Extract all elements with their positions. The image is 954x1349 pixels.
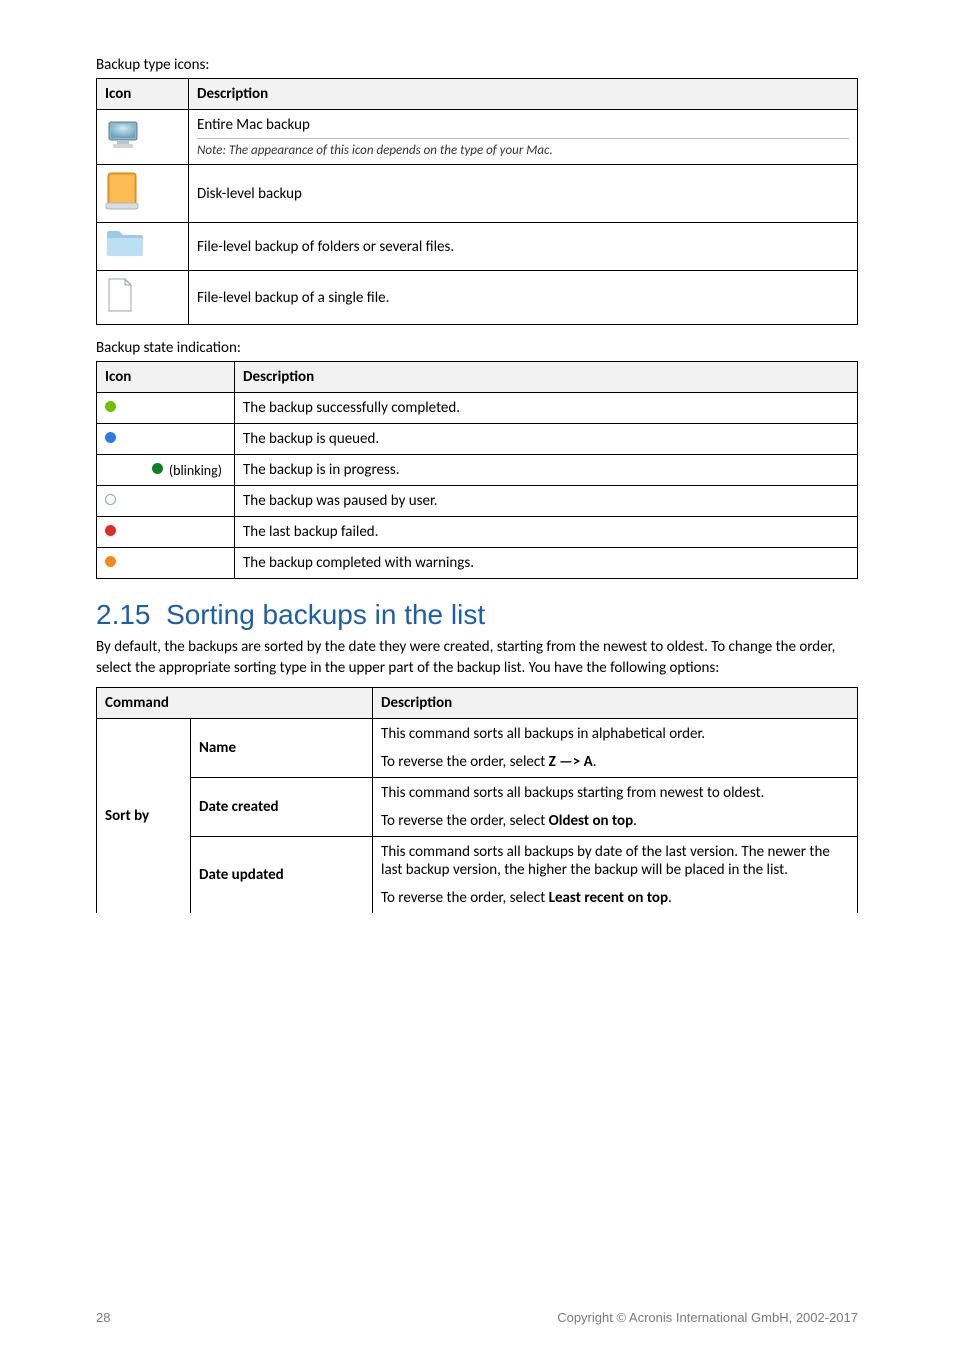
desc-line: This command sorts all backups by date o… <box>381 843 849 879</box>
description-cell: This command sorts all backups in alphab… <box>373 719 858 778</box>
entire-mac-note: Note: The appearance of this icon depend… <box>197 138 849 158</box>
icon-cell <box>97 486 235 517</box>
page-container: Backup type icons: Icon Description <box>0 0 954 1349</box>
description-cell: Disk-level backup <box>189 165 858 223</box>
status-dot-failed-icon <box>105 525 116 536</box>
desc-line: To reverse the order, select Least recen… <box>381 889 849 907</box>
sorting-table: Command Description Sort by Name This co… <box>96 687 858 913</box>
header-description: Description <box>235 362 858 393</box>
desc-line: This command sorts all backups in alphab… <box>381 725 849 743</box>
icon-cell: (blinking) <box>97 455 235 486</box>
description-cell: The backup is queued. <box>235 424 858 455</box>
table-row: (blinking) The backup is in progress. <box>97 455 858 486</box>
table-row: The backup was paused by user. <box>97 486 858 517</box>
icon-cell <box>97 110 189 165</box>
table-header-row: Icon Description <box>97 79 858 110</box>
description-cell: The last backup failed. <box>235 517 858 548</box>
description-cell: The backup is in progress. <box>235 455 858 486</box>
table-row: The backup completed with warnings. <box>97 548 858 579</box>
sortby-label: Sort by <box>105 807 149 825</box>
command-name: Name <box>191 719 373 778</box>
header-description: Description <box>373 688 858 719</box>
status-dot-warning-icon <box>105 556 116 567</box>
command-name: Date updated <box>191 837 373 914</box>
description-cell: The backup was paused by user. <box>235 486 858 517</box>
header-description: Description <box>189 79 858 110</box>
icon-cell <box>97 165 189 223</box>
file-icon <box>105 277 135 318</box>
copyright: Copyright © Acronis International GmbH, … <box>557 1310 858 1325</box>
section-paragraph: By default, the backups are sorted by th… <box>96 637 858 679</box>
table-row: The backup is queued. <box>97 424 858 455</box>
description-cell: File-level backup of folders or several … <box>189 223 858 271</box>
description-cell: This command sorts all backups by date o… <box>373 837 858 914</box>
table-row: The last backup failed. <box>97 517 858 548</box>
folder-icon <box>105 229 145 264</box>
command-name: Date created <box>191 778 373 837</box>
monitor-icon <box>105 117 141 158</box>
section-number: 2.15 <box>96 599 151 630</box>
entire-mac-label: Entire Mac backup <box>197 116 310 134</box>
table-header-row: Command Description <box>97 688 858 719</box>
section-heading: 2.15 Sorting backups in the list <box>96 599 858 631</box>
table-row: Date updated This command sorts all back… <box>97 837 858 914</box>
header-command: Command <box>97 688 373 719</box>
table-row: File-level backup of a single file. <box>97 271 858 325</box>
desc-line: This command sorts all backups starting … <box>381 784 849 802</box>
backup-state-intro: Backup state indication: <box>96 339 858 357</box>
disk-icon <box>105 171 139 216</box>
description-cell: This command sorts all backups starting … <box>373 778 858 837</box>
icon-cell <box>97 393 235 424</box>
status-dot-queued-icon <box>105 432 116 443</box>
icon-cell <box>97 223 189 271</box>
page-footer: 28 Copyright © Acronis International Gmb… <box>96 1310 858 1325</box>
status-dot-success-icon <box>105 401 116 412</box>
page-number: 28 <box>96 1310 110 1325</box>
table-row: File-level backup of folders or several … <box>97 223 858 271</box>
description-cell: File-level backup of a single file. <box>189 271 858 325</box>
table-row: Sort by Name This command sorts all back… <box>97 719 858 778</box>
description-cell: The backup successfully completed. <box>235 393 858 424</box>
status-ring-paused-icon <box>105 494 116 505</box>
header-icon: Icon <box>97 79 189 110</box>
blinking-label: (blinking) <box>169 462 222 479</box>
icon-cell <box>97 424 235 455</box>
backup-type-intro: Backup type icons: <box>96 56 858 74</box>
desc-line: To reverse the order, select Z —> A. <box>381 753 849 771</box>
icon-cell <box>97 517 235 548</box>
sortby-cell: Sort by <box>97 719 191 914</box>
status-dot-progress-icon <box>152 463 163 474</box>
table-row: Date created This command sorts all back… <box>97 778 858 837</box>
table-row: Entire Mac backup Note: The appearance o… <box>97 110 858 165</box>
backup-type-table: Icon Description <box>96 78 858 325</box>
table-header-row: Icon Description <box>97 362 858 393</box>
backup-state-table: Icon Description The backup successfully… <box>96 361 858 579</box>
table-row: Disk-level backup <box>97 165 858 223</box>
header-icon: Icon <box>97 362 235 393</box>
icon-cell <box>97 271 189 325</box>
section-title: Sorting backups in the list <box>166 599 485 630</box>
icon-cell <box>97 548 235 579</box>
table-row: The backup successfully completed. <box>97 393 858 424</box>
description-cell: The backup completed with warnings. <box>235 548 858 579</box>
description-cell: Entire Mac backup Note: The appearance o… <box>189 110 858 165</box>
desc-line: To reverse the order, select Oldest on t… <box>381 812 849 830</box>
